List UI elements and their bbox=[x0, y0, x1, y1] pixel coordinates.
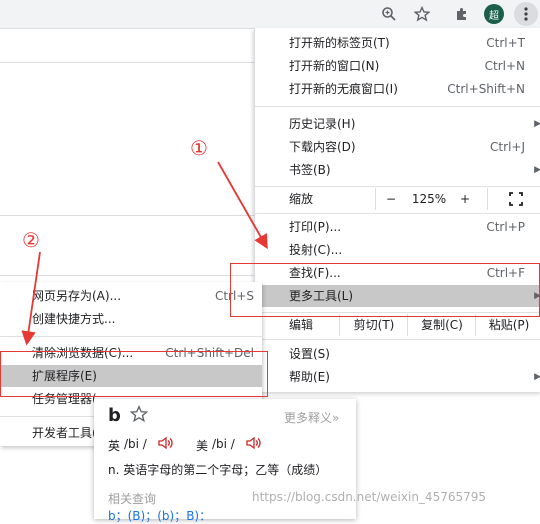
annotation-arrows bbox=[21, 161, 268, 346]
watermark: https://blog.csdn.net/weixin_45765795 bbox=[252, 490, 487, 504]
